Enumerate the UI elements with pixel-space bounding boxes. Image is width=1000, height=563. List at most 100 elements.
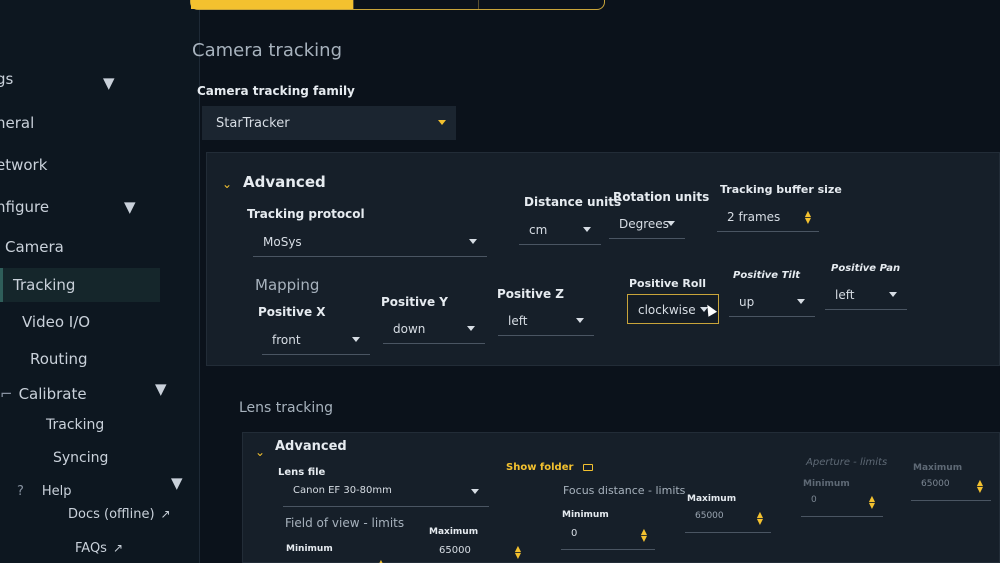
sidebar-item-calibrate[interactable]: ⌐ Calibrate <box>0 385 87 403</box>
calibrate-icon: ⌐ <box>0 385 13 403</box>
aperture-max-stepper[interactable]: 65000 ▲ ▼ <box>911 471 991 501</box>
chevron-down-icon[interactable]: ▼ <box>171 474 183 492</box>
caret-down-icon <box>438 120 446 125</box>
rotation-units-select[interactable]: Degrees <box>609 209 685 239</box>
select-value: front <box>272 333 301 347</box>
positive-tilt-select[interactable]: up <box>729 287 815 317</box>
stepper-arrows-icon[interactable]: ▲▼ <box>515 545 521 560</box>
caret-down-icon <box>352 337 360 342</box>
tab-2[interactable] <box>354 0 480 9</box>
select-value: up <box>739 295 755 309</box>
focus-min-stepper[interactable]: 0 ▲ ▼ <box>561 520 655 550</box>
stepper-arrows-icon[interactable]: ▲▼ <box>869 495 875 510</box>
sidebar-item-camera[interactable]: Camera <box>5 238 64 256</box>
stepper-arrows-icon[interactable]: ▲▼ <box>805 210 811 225</box>
sidebar-item-syncing[interactable]: Syncing <box>53 450 108 466</box>
stepper-arrows-icon[interactable]: ▲▼ <box>977 479 983 494</box>
sidebar-item-label: Video I/O <box>22 313 91 331</box>
sidebar: gs ▼ neral etwork nfigure ▼ Camera Track… <box>0 0 200 563</box>
positive-x-select[interactable]: front <box>262 325 370 355</box>
sidebar-item-network[interactable]: etwork <box>0 156 47 174</box>
rotation-units-label: Rotation units <box>613 190 710 204</box>
tab-active[interactable] <box>191 0 354 9</box>
positive-roll-label: Positive Roll <box>629 277 706 290</box>
aperture-min-stepper[interactable]: 0 ▲ ▼ <box>801 487 883 517</box>
sidebar-item-label: FAQs <box>75 541 107 556</box>
sidebar-item-settings[interactable]: gs <box>0 70 13 88</box>
select-value: clockwise <box>638 303 696 317</box>
stepper-value: 0 <box>811 495 817 505</box>
positive-z-select[interactable]: left <box>498 306 594 336</box>
sidebar-item-label: Tracking <box>13 276 76 294</box>
show-folder-link[interactable]: Show folder <box>506 462 594 473</box>
sidebar-item-general[interactable]: neral <box>0 114 34 132</box>
stepper-value: 0 <box>571 528 578 539</box>
focus-max-stepper[interactable]: 65000 ▲ ▼ <box>685 503 771 533</box>
caret-down-icon <box>667 221 675 226</box>
stepper-arrows-icon[interactable]: ▲▼ <box>378 559 384 563</box>
chevron-down-icon[interactable]: ▼ <box>124 198 136 216</box>
help-icon: ? <box>17 484 24 499</box>
caret-down-icon <box>797 299 805 304</box>
sidebar-item-help[interactable]: ? Help <box>17 484 72 499</box>
fov-max-stepper[interactable]: 65000 ▲ ▼ <box>429 537 529 563</box>
stepper-arrows-icon[interactable]: ▲▼ <box>641 528 647 543</box>
lens-advanced-title[interactable]: Advanced <box>275 439 347 454</box>
caret-down-icon <box>583 227 591 232</box>
tracking-buffer-size-label: Tracking buffer size <box>720 183 842 196</box>
sidebar-item-configure[interactable]: nfigure <box>0 198 49 216</box>
select-value: Degrees <box>619 217 669 231</box>
sidebar-item-label: Tracking <box>46 417 105 433</box>
positive-y-label: Positive Y <box>381 295 448 309</box>
sidebar-item-docs-offline[interactable]: Docs (offline) ↗ <box>68 507 171 522</box>
external-link-icon: ↗ <box>112 541 124 555</box>
sidebar-item-label: nfigure <box>0 198 50 216</box>
sidebar-item-calibrate-tracking[interactable]: Tracking <box>46 417 104 433</box>
tracking-buffer-size-stepper[interactable]: 2 frames ▲ ▼ <box>717 202 819 232</box>
camera-tracking-family-select[interactable]: StarTracker <box>202 106 456 140</box>
sidebar-item-label: Calibrate <box>18 385 87 403</box>
distance-units-label: Distance units <box>524 195 622 209</box>
sidebar-item-label: Syncing <box>53 450 109 466</box>
stepper-value: 65000 <box>921 479 950 489</box>
camera-tracking-title: Camera tracking <box>192 40 343 61</box>
sidebar-item-label: gs <box>0 70 14 88</box>
positive-pan-select[interactable]: left <box>825 280 907 310</box>
lens-file-select[interactable]: Canon EF 30-80mm <box>283 477 489 507</box>
focus-min-label: Minimum <box>562 510 609 520</box>
sidebar-item-label: neral <box>0 114 35 132</box>
sidebar-item-faqs[interactable]: FAQs ↗ <box>75 541 123 556</box>
sidebar-item-tracking[interactable]: Tracking <box>13 276 75 294</box>
sidebar-item-routing[interactable]: Routing <box>30 350 88 368</box>
chevron-down-icon[interactable]: ⌄ <box>255 445 265 459</box>
camera-advanced-title[interactable]: Advanced <box>243 173 326 191</box>
chevron-down-icon[interactable]: ⌄ <box>222 177 232 191</box>
caret-down-icon <box>467 326 475 331</box>
sidebar-item-label: Help <box>41 484 72 499</box>
folder-icon <box>583 463 594 471</box>
sidebar-item-label: Routing <box>30 350 88 368</box>
select-value: Canon EF 30-80mm <box>293 485 392 496</box>
show-folder-label: Show folder <box>506 462 574 473</box>
camera-tracking-family-label: Camera tracking family <box>197 84 355 98</box>
tab-3[interactable] <box>479 0 604 9</box>
select-value: MoSys <box>263 235 302 249</box>
focus-limits-title: Focus distance - limits <box>563 484 686 497</box>
fov-min-stepper[interactable]: ▲▼ <box>286 551 392 563</box>
positive-pan-label: Positive Pan <box>831 263 901 274</box>
chevron-down-icon[interactable]: ▼ <box>155 380 167 398</box>
fov-limits-title: Field of view - limits <box>285 516 405 530</box>
aperture-limits-title: Aperture - limits <box>806 457 888 468</box>
chevron-down-icon[interactable]: ▼ <box>103 74 115 92</box>
distance-units-select[interactable]: cm <box>519 215 601 245</box>
stepper-arrows-icon[interactable]: ▲▼ <box>757 511 763 526</box>
tracking-protocol-select[interactable]: MoSys <box>253 227 487 257</box>
stepper-value: 2 frames <box>727 210 781 224</box>
sidebar-item-label: Docs (offline) <box>68 507 155 522</box>
select-value: left <box>835 288 855 302</box>
select-value: cm <box>529 223 548 237</box>
positive-y-select[interactable]: down <box>383 314 485 344</box>
stepper-value: 65000 <box>695 511 724 521</box>
tab-bar <box>190 0 605 10</box>
sidebar-item-video-io[interactable]: Video I/O <box>22 313 90 331</box>
